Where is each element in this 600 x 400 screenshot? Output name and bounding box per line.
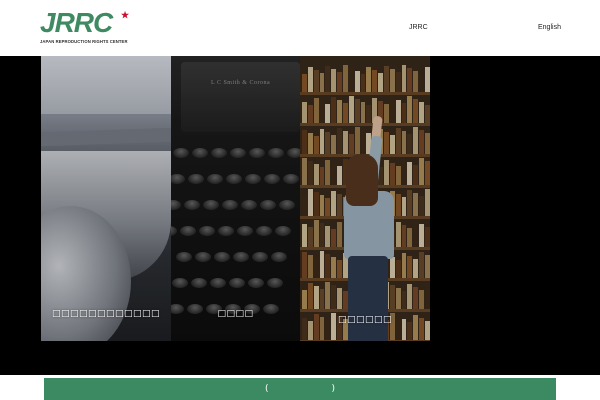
footer-banner-button[interactable]: ( ) <box>44 378 556 400</box>
hero-panel-2[interactable]: L C Smith & Corona □□□□ <box>171 56 300 341</box>
panel-2-caption: □□□□ <box>217 309 254 319</box>
hero-panel-1[interactable]: □□□□□□□□□□□□ <box>41 56 171 341</box>
logo-subtitle: JAPAN REPRODUCTION RIGHTS CENTER <box>40 39 128 44</box>
hero-section: □□□□□□□□□□□□ L C Smith & Corona □□□□ □□□… <box>0 56 600 375</box>
nav-link-jrrc[interactable]: JRRC <box>409 24 428 31</box>
hero-panel-3[interactable]: □□□□□□ <box>300 56 430 341</box>
nav-link-english[interactable]: English <box>538 24 561 31</box>
panel-1-caption: □□□□□□□□□□□□ <box>51 309 161 319</box>
logo-star-icon: ★ <box>121 10 129 20</box>
logo-wordmark: JRRC ★ <box>40 7 129 38</box>
site-header: JRRC ★ JAPAN REPRODUCTION RIGHTS CENTER J… <box>0 0 600 56</box>
panel-3-caption: □□□□□□ <box>337 315 393 325</box>
jrrc-logo[interactable]: JRRC ★ JAPAN REPRODUCTION RIGHTS CENTER <box>40 9 130 47</box>
